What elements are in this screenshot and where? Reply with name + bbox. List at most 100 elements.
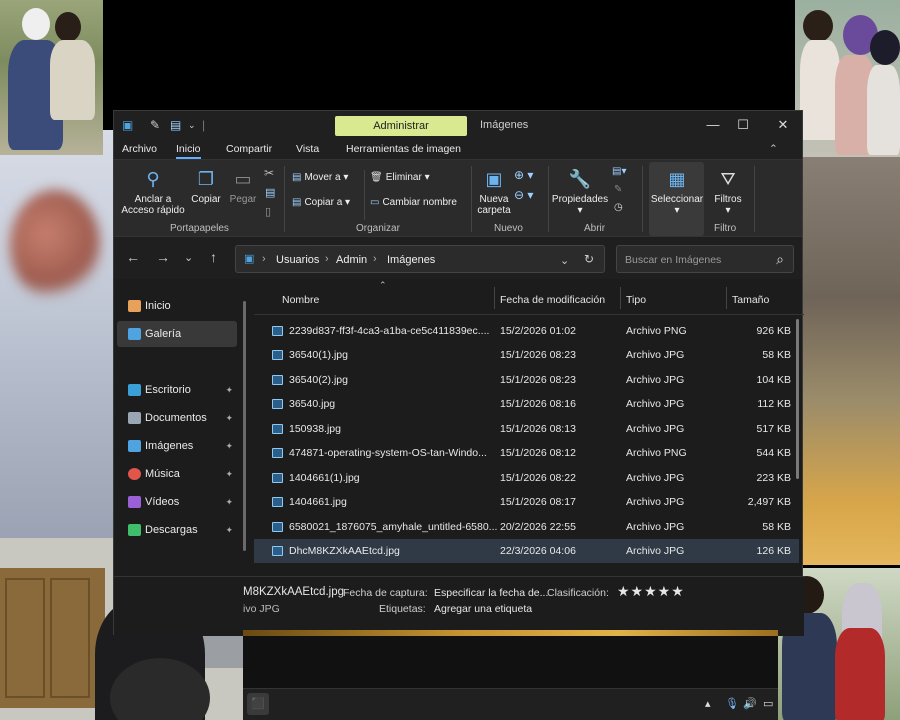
quick-access-dropdown-icon[interactable]: ⌄ [188, 118, 196, 132]
pin-icon[interactable]: ✦ [225, 433, 233, 459]
new-folder-quick-icon[interactable]: ▤ [170, 118, 181, 132]
back-icon[interactable]: ← [126, 249, 140, 265]
properties-quick-icon[interactable]: ✎ [150, 118, 160, 132]
file-name: 2239d837-ff3f-4ca3-a1ba-ce5c411839ec.... [289, 325, 490, 337]
table-row[interactable]: 6580021_1876075_amyhale_untitled-6580...… [254, 515, 799, 539]
table-row[interactable]: 2239d837-ff3f-4ca3-a1ba-ce5c411839ec....… [254, 319, 799, 343]
tab-inicio[interactable]: Inicio [176, 143, 201, 159]
file-list-scrollbar[interactable] [796, 319, 799, 479]
rename-icon: ▭ [370, 197, 380, 208]
pictures-icon [128, 440, 141, 452]
pin-icon[interactable]: ✦ [225, 517, 233, 543]
breadcrumb-imagenes[interactable]: Imágenes [387, 254, 435, 266]
paste-button[interactable]: ▭ Pegar [226, 168, 260, 205]
rename-button[interactable]: ▭ Cambiar nombre [370, 197, 457, 208]
column-header-size[interactable]: Tamaño [732, 294, 769, 306]
image-file-icon [272, 375, 283, 385]
capture-date-field[interactable]: Especificar la fecha de... [434, 587, 548, 599]
display-icon[interactable]: ▭ [763, 697, 773, 710]
pin-icon[interactable]: ✦ [225, 377, 233, 403]
column-header-type[interactable]: Tipo [626, 294, 646, 306]
tray-expand-icon[interactable]: ▴ [705, 697, 711, 710]
file-size: 126 KB [756, 545, 791, 557]
search-box[interactable]: Buscar en Imágenes ⌕ [616, 245, 794, 273]
up-icon[interactable]: ↑ [210, 249, 217, 265]
sidebar-item-musica[interactable]: Música ✦ [117, 461, 237, 487]
copy-button[interactable]: ❐ Copiar [188, 168, 224, 205]
easy-access-icon[interactable]: ⊖ ▾ [514, 188, 533, 202]
pin-icon: ⚲ [146, 169, 160, 189]
refresh-icon[interactable]: ↻ [584, 252, 594, 266]
table-row[interactable]: 36540.jpg 15/1/2026 08:16 Archivo JPG 11… [254, 392, 799, 416]
maximize-icon[interactable]: ☐ [728, 115, 758, 135]
file-modified: 15/1/2026 08:23 [500, 374, 576, 386]
table-row[interactable]: 1404661.jpg 15/1/2026 08:17 Archivo JPG … [254, 490, 799, 514]
details-filename: M8KZXkAAEtcd.jpg [243, 586, 344, 598]
tab-compartir[interactable]: Compartir [226, 143, 272, 155]
column-header-modified[interactable]: Fecha de modificación [500, 294, 605, 306]
open-icon[interactable]: ▤▾ [612, 166, 626, 177]
move-to-button[interactable]: ▤ Mover a ▾ [292, 172, 348, 183]
copy-path-icon[interactable]: ▤ [265, 186, 275, 199]
file-name: 6580021_1876075_amyhale_untitled-6580... [289, 521, 498, 533]
gallery-icon [128, 328, 141, 340]
breadcrumb-admin[interactable]: Admin [336, 254, 367, 266]
sidebar-item-escritorio[interactable]: Escritorio ✦ [117, 377, 237, 403]
tab-manage-context[interactable]: Administrar [335, 116, 467, 136]
edit-icon[interactable]: ✎ [614, 184, 622, 195]
filters-button[interactable]: ⛛ Filtros ▾ [706, 168, 750, 216]
properties-button[interactable]: 🔧 Propiedades ▾ [550, 168, 610, 216]
properties-label: Propiedades [551, 194, 609, 205]
new-item-icon[interactable]: ⊕ ▾ [514, 168, 533, 182]
search-icon[interactable]: ⌕ [776, 251, 784, 268]
tags-field[interactable]: Agregar una etiqueta [434, 603, 532, 615]
new-folder-button[interactable]: ▣ Nueva carpeta [474, 168, 514, 216]
file-size: 58 KB [762, 521, 791, 533]
cut-icon[interactable]: ✂ [264, 166, 274, 180]
tab-herramientas-imagen[interactable]: Herramientas de imagen [346, 143, 461, 155]
table-row-selected[interactable]: DhcM8KZXkAAEtcd.jpg 22/3/2026 04:06 Arch… [254, 539, 799, 563]
column-header-name[interactable]: Nombre [282, 294, 319, 306]
forward-icon[interactable]: → [156, 249, 170, 265]
sidebar-label: Vídeos [145, 496, 180, 508]
table-row[interactable]: 150938.jpg 15/1/2026 08:13 Archivo JPG 5… [254, 417, 799, 441]
delete-button[interactable]: 🗑 Eliminar ▾ [370, 172, 430, 183]
file-size: 58 KB [762, 349, 791, 361]
search-input[interactable]: Buscar en Imágenes [625, 254, 721, 266]
table-row[interactable]: 474871-operating-system-OS-tan-Windo... … [254, 441, 799, 465]
pin-icon[interactable]: ✦ [225, 405, 233, 431]
pin-quick-access-button[interactable]: ⚲ Anclar a Acceso rápido [118, 168, 188, 216]
sidebar-scrollbar[interactable] [243, 301, 246, 551]
table-row[interactable]: 1404661(1).jpg 15/1/2026 08:22 Archivo J… [254, 466, 799, 490]
sidebar-item-descargas[interactable]: Descargas ✦ [117, 517, 237, 543]
sidebar-item-inicio[interactable]: Inicio [117, 293, 237, 319]
breadcrumb-usuarios[interactable]: Usuarios [276, 254, 319, 266]
pin-icon[interactable]: ✦ [225, 489, 233, 515]
close-icon[interactable]: ✕ [768, 115, 798, 135]
file-type: Archivo PNG [626, 447, 687, 459]
sidebar-item-imagenes[interactable]: Imágenes ✦ [117, 433, 237, 459]
table-row[interactable]: 36540(1).jpg 15/1/2026 08:23 Archivo JPG… [254, 343, 799, 367]
recent-locations-icon[interactable]: ⌄ [184, 251, 193, 264]
paste-shortcut-icon[interactable]: ▯ [265, 205, 271, 218]
history-icon[interactable]: ◷ [614, 202, 623, 213]
tab-archivo[interactable]: Archivo [122, 143, 157, 155]
minimize-icon[interactable]: — [698, 115, 728, 135]
address-bar[interactable]: ▣ › Usuarios › Admin › Imágenes ⌄ ↻ [235, 245, 605, 273]
rating-stars[interactable]: ★★★★★ [617, 583, 685, 600]
copy-to-button[interactable]: ▤ Copiar a ▾ [292, 197, 350, 208]
microphone-icon[interactable]: 🎙 [725, 697, 739, 710]
table-row[interactable]: 36540(2).jpg 15/1/2026 08:23 Archivo JPG… [254, 368, 799, 392]
sidebar-item-videos[interactable]: Vídeos ✦ [117, 489, 237, 515]
sidebar-item-documentos[interactable]: Documentos ✦ [117, 405, 237, 431]
pin-icon[interactable]: ✦ [225, 461, 233, 487]
tab-vista[interactable]: Vista [296, 143, 319, 155]
wrench-icon: 🔧 [568, 169, 592, 189]
sidebar-item-galeria[interactable]: Galería [117, 321, 237, 347]
address-history-icon[interactable]: ⌄ [560, 254, 569, 267]
taskbar-app-icon[interactable]: ⬛ [247, 693, 269, 715]
file-modified: 15/1/2026 08:16 [500, 398, 576, 410]
ribbon-collapse-icon[interactable]: ⌃ [769, 143, 778, 155]
select-button[interactable]: ▦ Seleccionar ▾ [648, 168, 706, 216]
volume-icon[interactable]: 🔊 [743, 697, 757, 710]
